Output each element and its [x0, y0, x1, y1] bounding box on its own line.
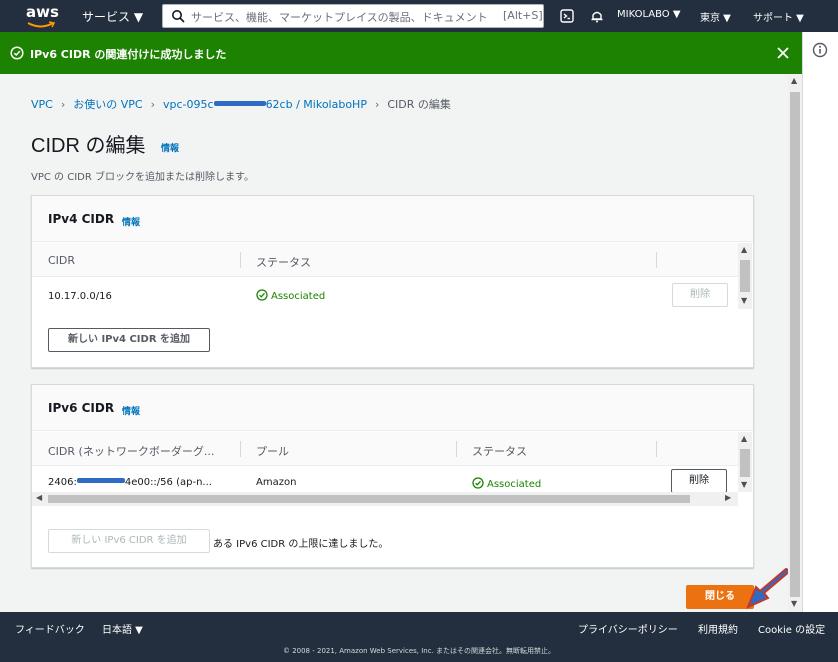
ipv4-table-scrollbar[interactable]: ▲ ▼ [738, 243, 752, 309]
cloudshell-icon[interactable] [560, 9, 574, 23]
redaction-mark [213, 101, 266, 106]
top-navigation: aws サービス ▼ サービス、機能、マーケットプレイスの製品、ドキュメント [… [0, 0, 838, 32]
ipv6-status: Associated [472, 477, 541, 490]
ipv6-cidr-value: 2406: 4e00::/56 (ap-n... [48, 477, 212, 488]
success-flash-banner: IPv6 CIDR の関連付けに成功しました [0, 32, 802, 74]
column-header-status: ステータス [472, 445, 527, 458]
ipv6-panel-header: IPv6 CIDR 情報 [32, 385, 753, 431]
column-header-cidr: CIDR (ネットワークボーダーグ... [48, 445, 215, 458]
ipv4-table-header: CIDR ステータス [32, 243, 738, 277]
column-divider[interactable] [240, 252, 241, 268]
bell-icon[interactable] [590, 9, 604, 23]
page-subtitle: VPC の CIDR ブロックを追加または削除します。 [31, 172, 254, 183]
scroll-down-icon[interactable]: ▼ [741, 480, 747, 489]
page-info-link[interactable]: 情報 [161, 141, 179, 154]
ipv6-panel-title: IPv6 CIDR [48, 401, 115, 415]
scroll-up-icon[interactable]: ▲ [741, 245, 747, 254]
add-ipv6-cidr-button[interactable]: 新しい IPv6 CIDR を追加 [48, 529, 210, 553]
ipv4-info-link[interactable]: 情報 [122, 215, 140, 228]
ipv4-panel-header: IPv4 CIDR 情報 [32, 196, 753, 242]
redaction-mark [76, 478, 125, 483]
column-divider[interactable] [456, 441, 457, 457]
aws-smile-icon [27, 21, 55, 28]
breadcrumb: VPC › お使いの VPC › vpc-095c 62cb / MikolaboHP › C… [31, 96, 451, 112]
main-content: VPC › お使いの VPC › vpc-095c 62cb / MikolaboHP › C… [0, 74, 792, 612]
scroll-down-icon[interactable]: ▼ [791, 599, 797, 608]
language-selector[interactable]: 日本語 ▼ [102, 621, 143, 636]
ipv6-limit-message: ある IPv6 CIDR の上限に達しました。 [213, 539, 389, 550]
ipv6-cidr-panel: IPv6 CIDR 情報 CIDR (ネットワークボーダーグ... プール ステ… [31, 384, 754, 568]
terms-link[interactable]: 利用規約 [698, 621, 738, 636]
ipv6-table-hscrollbar[interactable]: ◀ ▶ [32, 492, 738, 506]
search-shortcut: [Alt+S] [503, 9, 543, 22]
breadcrumb-current: CIDR の編集 [387, 98, 451, 111]
feedback-link[interactable]: フィードバック [15, 621, 85, 636]
aws-logo-text: aws [26, 3, 59, 21]
account-menu[interactable]: MIKOLABO ▼ [617, 9, 681, 20]
success-check-icon [10, 46, 24, 60]
ipv6-pool-value: Amazon [256, 477, 297, 488]
info-icon[interactable] [812, 42, 828, 58]
services-menu[interactable]: サービス ▼ [82, 8, 143, 25]
scroll-thumb[interactable] [48, 495, 690, 503]
column-divider[interactable] [656, 441, 657, 457]
status-success-icon [256, 289, 268, 301]
cookie-settings-link[interactable]: Cookie の設定 [758, 621, 825, 636]
breadcrumb-vpc-id[interactable]: vpc-095c 62cb / MikolaboHP [163, 98, 367, 111]
scroll-left-icon[interactable]: ◀ [36, 493, 42, 502]
status-success-icon [472, 477, 484, 489]
aws-logo[interactable]: aws [26, 4, 60, 28]
add-ipv4-cidr-button[interactable]: 新しい IPv4 CIDR を追加 [48, 328, 210, 352]
breadcrumb-separator-icon: › [374, 98, 380, 111]
breadcrumb-vpc[interactable]: VPC [31, 98, 53, 111]
copyright-text: © 2008 - 2021, Amazon Web Services, Inc.… [282, 647, 556, 655]
column-header-cidr: CIDR [48, 254, 76, 267]
help-panel-rail [802, 32, 838, 612]
support-menu[interactable]: サポート ▼ [753, 9, 804, 24]
scroll-thumb[interactable] [740, 260, 750, 292]
column-divider[interactable] [656, 252, 657, 268]
scroll-down-icon[interactable]: ▼ [741, 296, 747, 305]
ipv6-remove-button[interactable]: 削除 [671, 469, 727, 493]
search-input[interactable]: サービス、機能、マーケットプレイスの製品、ドキュメント [Alt+S] [162, 4, 544, 28]
ipv4-panel-title: IPv4 CIDR [48, 212, 115, 226]
ipv6-info-link[interactable]: 情報 [122, 404, 140, 417]
page-title: CIDR の編集 [31, 135, 146, 157]
column-divider[interactable] [240, 441, 241, 457]
search-icon [172, 10, 185, 23]
close-icon[interactable] [776, 46, 790, 60]
ipv4-cidr-value: 10.17.0.0/16 [48, 291, 112, 302]
ipv6-table-vscrollbar[interactable]: ▲ ▼ [738, 432, 752, 492]
scroll-up-icon[interactable]: ▲ [741, 434, 747, 443]
scroll-right-icon[interactable]: ▶ [725, 493, 731, 502]
ipv4-cidr-panel: IPv4 CIDR 情報 CIDR ステータス 10.17.0.0/16 Ass… [31, 195, 754, 368]
scroll-up-icon[interactable]: ▲ [791, 76, 797, 85]
breadcrumb-separator-icon: › [60, 98, 66, 111]
privacy-policy-link[interactable]: プライバシーポリシー [578, 621, 678, 636]
search-placeholder: サービス、機能、マーケットプレイスの製品、ドキュメント [191, 11, 488, 24]
ipv4-remove-button[interactable]: 削除 [672, 283, 728, 307]
region-menu[interactable]: 東京 ▼ [700, 9, 731, 24]
ipv4-status: Associated [256, 289, 325, 302]
footer: フィードバック 日本語 ▼ プライバシーポリシー 利用規約 Cookie の設定… [0, 612, 838, 662]
column-header-status: ステータス [256, 256, 311, 269]
scroll-thumb[interactable] [790, 92, 800, 597]
breadcrumb-separator-icon: › [150, 98, 155, 111]
breadcrumb-your-vpcs[interactable]: お使いの VPC [73, 98, 142, 111]
column-header-pool: プール [256, 445, 289, 458]
page-scrollbar[interactable]: ▲ ▼ [788, 74, 802, 612]
ipv6-table-header: CIDR (ネットワークボーダーグ... プール ステータス [32, 432, 738, 466]
scroll-thumb[interactable] [740, 449, 750, 477]
flash-message: IPv6 CIDR の関連付けに成功しました [30, 48, 227, 61]
